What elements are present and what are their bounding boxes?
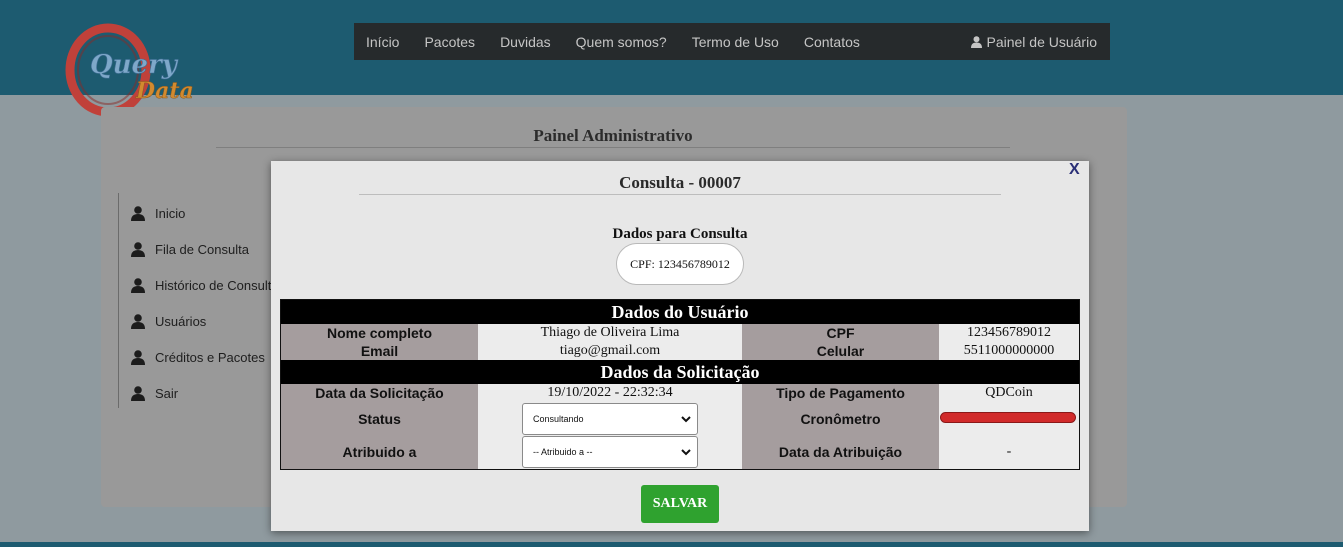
chevron-down-icon: [681, 416, 691, 423]
admin-title-divider: [216, 147, 1010, 148]
sidebar-item-label: Créditos e Pacotes: [155, 349, 265, 365]
label-data-atribuicao: Data da Atribuição: [742, 435, 939, 469]
nav-contatos[interactable]: Contatos: [791, 34, 872, 50]
assign-selected-value: -- Atribuido a --: [533, 447, 593, 457]
nav-user-label: Painel de Usuário: [986, 33, 1097, 50]
user-icon: [131, 385, 145, 401]
value-celular: 5511000000000: [939, 342, 1079, 360]
user-icon: [131, 313, 145, 329]
nav-duvidas[interactable]: Duvidas: [488, 34, 564, 50]
nav-inicio[interactable]: Início: [354, 34, 412, 50]
sidebar-item-historico[interactable]: Histórico de Consult: [131, 275, 271, 295]
admin-sidebar: Inicio Fila de Consulta Histórico de Con…: [118, 193, 278, 408]
nav-user-panel[interactable]: Painel de Usuário: [971, 34, 1110, 50]
main-nav: Início Pacotes Duvidas Quem somos? Termo…: [354, 23, 1110, 60]
label-atribuido: Atribuido a: [281, 435, 478, 469]
label-cronometro: Cronômetro: [742, 402, 939, 435]
value-nome: Thiago de Oliveira Lima: [478, 324, 742, 342]
sidebar-item-sair[interactable]: Sair: [131, 383, 178, 403]
user-icon: [131, 205, 145, 221]
footer-bar: [0, 542, 1343, 547]
consult-data-label: Dados para Consulta: [612, 226, 748, 242]
sidebar-item-creditos[interactable]: Créditos e Pacotes: [131, 347, 265, 367]
assign-select[interactable]: -- Atribuido a --: [522, 436, 698, 468]
sidebar-item-label: Usuários: [155, 313, 207, 329]
admin-title: Painel Administrativo: [533, 126, 693, 145]
value-data-atribuicao: -: [939, 435, 1079, 469]
save-button[interactable]: SALVAR: [641, 485, 719, 523]
value-cpf: 123456789012: [939, 324, 1079, 342]
sidebar-item-usuarios[interactable]: Usuários: [131, 311, 206, 331]
label-celular: Celular: [742, 342, 939, 360]
user-icon: [971, 35, 983, 48]
sidebar-item-fila[interactable]: Fila de Consulta: [131, 239, 249, 259]
chevron-down-icon: [681, 449, 691, 456]
close-button[interactable]: X: [1069, 161, 1080, 179]
value-data-solicitacao: 19/10/2022 - 22:32:34: [478, 384, 742, 402]
nav-quem-somos[interactable]: Quem somos?: [563, 34, 679, 50]
user-icon: [131, 277, 145, 293]
sidebar-item-label: Inicio: [155, 205, 186, 221]
sidebar-item-label: Histórico de Consult: [155, 277, 272, 293]
sidebar-item-label: Fila de Consulta: [155, 241, 249, 257]
request-details-table: Dados do Usuário Nome completo Thiago de…: [280, 299, 1080, 470]
logo-word-data: Data: [135, 78, 194, 104]
sidebar-item-inicio[interactable]: Inicio: [131, 203, 185, 223]
user-icon: [131, 241, 145, 257]
label-email: Email: [281, 342, 478, 360]
label-data-solicitacao: Data da Solicitação: [281, 384, 478, 402]
value-tipo-pagamento: QDCoin: [939, 384, 1079, 402]
request-section-header: Dados da Solicitação: [281, 360, 1079, 384]
label-tipo-pagamento: Tipo de Pagamento: [742, 384, 939, 402]
nav-termo-de-uso[interactable]: Termo de Uso: [679, 34, 791, 50]
cpf-query-badge: CPF: 123456789012: [616, 243, 744, 285]
status-selected-value: Consultando: [533, 414, 584, 424]
consulta-modal: X Consulta - 00007 Dados para Consulta C…: [271, 161, 1089, 531]
nav-pacotes[interactable]: Pacotes: [412, 34, 488, 50]
value-email: tiago@gmail.com: [478, 342, 742, 360]
timer-progress-bar: [940, 412, 1076, 423]
label-nome: Nome completo: [281, 324, 478, 342]
label-cpf: CPF: [742, 324, 939, 342]
user-section-header: Dados do Usuário: [281, 300, 1079, 324]
modal-title: Consulta - 00007: [619, 173, 741, 192]
modal-title-divider: [359, 194, 1001, 195]
label-status: Status: [281, 402, 478, 435]
sidebar-item-label: Sair: [155, 385, 179, 401]
logo-word-query: Query: [90, 50, 179, 80]
status-select[interactable]: Consultando: [522, 403, 698, 435]
user-icon: [131, 349, 145, 365]
